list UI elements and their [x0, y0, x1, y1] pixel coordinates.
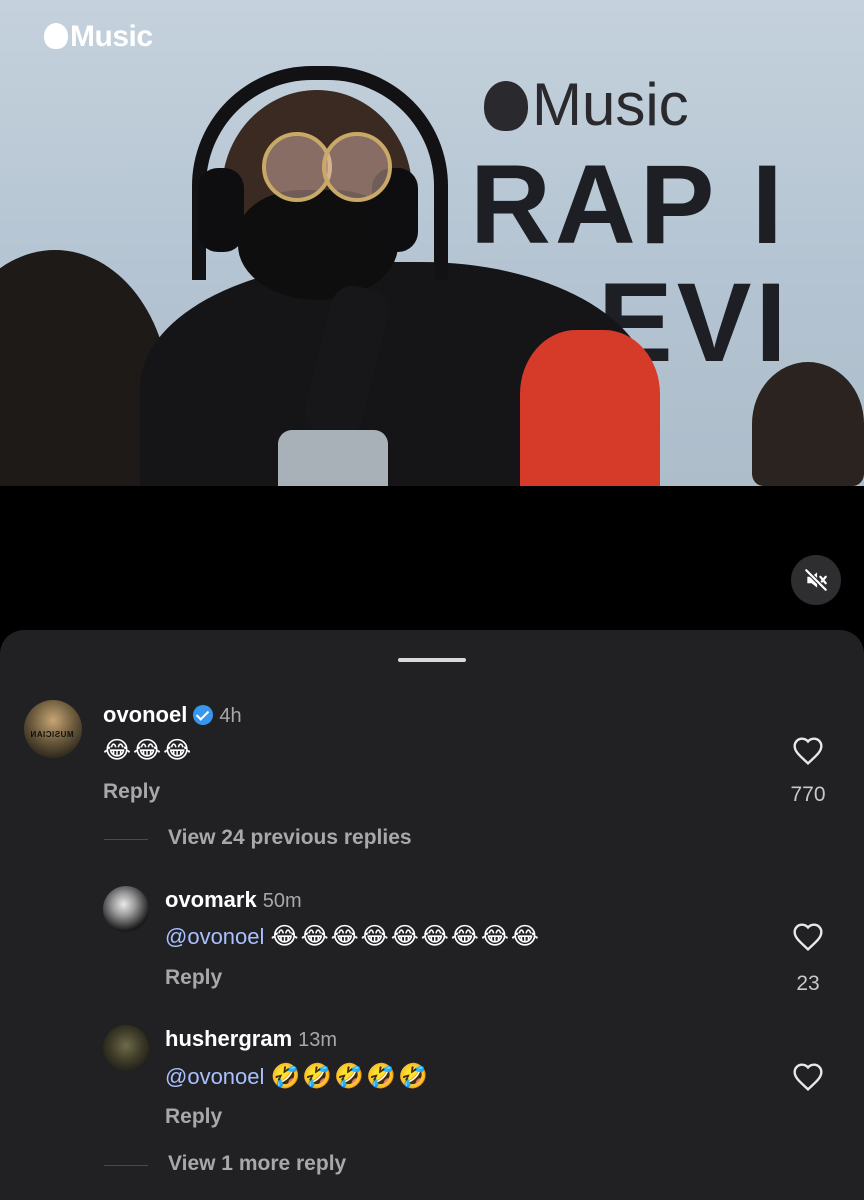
- avatar[interactable]: [103, 1025, 149, 1071]
- heart-icon[interactable]: [791, 922, 825, 954]
- avatar[interactable]: [103, 886, 149, 932]
- background-music-text: Music: [532, 71, 689, 138]
- video-player[interactable]: Music RAP I EVI Music: [0, 0, 864, 486]
- timestamp: 4h: [219, 705, 242, 727]
- comment-header: ovonoel 4h: [103, 702, 242, 728]
- mention-link[interactable]: @ovonoel: [165, 924, 264, 949]
- like-count: 23: [796, 972, 820, 995]
- headphone-cup-left: [198, 168, 244, 252]
- timestamp: 13m: [298, 1029, 338, 1051]
- apple-music-watermark: Music: [44, 20, 153, 54]
- comment-emoji: 😂😂😂😂😂😂😂😂😂: [270, 922, 541, 950]
- reply-button[interactable]: Reply: [103, 780, 160, 804]
- view-more-replies-link[interactable]: View 1 more reply: [168, 1152, 346, 1176]
- avatar[interactable]: MUSICIAN: [24, 700, 82, 758]
- microphone-stand: [278, 430, 388, 486]
- timestamp: 50m: [262, 890, 302, 912]
- comment-emoji: 🤣🤣🤣🤣🤣: [270, 1062, 430, 1090]
- username[interactable]: ovomark: [165, 887, 257, 912]
- sheet-drag-handle[interactable]: [398, 658, 466, 662]
- verified-badge-icon: [193, 705, 214, 725]
- apple-logo-icon: [44, 23, 68, 49]
- glasses-right-lens: [322, 132, 392, 202]
- muted-speaker-icon: [804, 568, 828, 592]
- reply-button[interactable]: Reply: [165, 1105, 222, 1129]
- view-replies-divider: [104, 1165, 148, 1166]
- view-previous-replies-link[interactable]: View 24 previous replies: [168, 826, 412, 850]
- avatar-caption: MUSICIAN: [30, 730, 74, 739]
- background-music-logo: Music: [484, 70, 689, 139]
- comment-text: @ovonoel 🤣🤣🤣🤣🤣: [165, 1062, 430, 1090]
- heart-icon[interactable]: [791, 736, 825, 768]
- like-count: 770: [790, 783, 826, 806]
- background-person-right: [752, 362, 864, 486]
- comment-header: hushergram 13m: [165, 1026, 337, 1052]
- comment-text: 😂😂😂: [103, 736, 193, 764]
- watermark-text: Music: [70, 20, 153, 53]
- comment-header: ovomark 50m: [165, 887, 302, 913]
- username[interactable]: ovonoel: [103, 702, 187, 727]
- username[interactable]: hushergram: [165, 1026, 292, 1051]
- view-replies-divider: [104, 839, 148, 840]
- mention-link[interactable]: @ovonoel: [165, 1064, 264, 1089]
- comment-emoji: 😂😂😂: [103, 736, 194, 764]
- heart-icon[interactable]: [791, 1062, 825, 1094]
- mute-button[interactable]: [791, 555, 841, 605]
- host-red-sleeve: [520, 330, 660, 486]
- comment-text: @ovonoel 😂😂😂😂😂😂😂😂😂: [165, 922, 541, 950]
- background-banner-line-1: RAP I: [470, 142, 787, 267]
- reply-button[interactable]: Reply: [165, 966, 222, 990]
